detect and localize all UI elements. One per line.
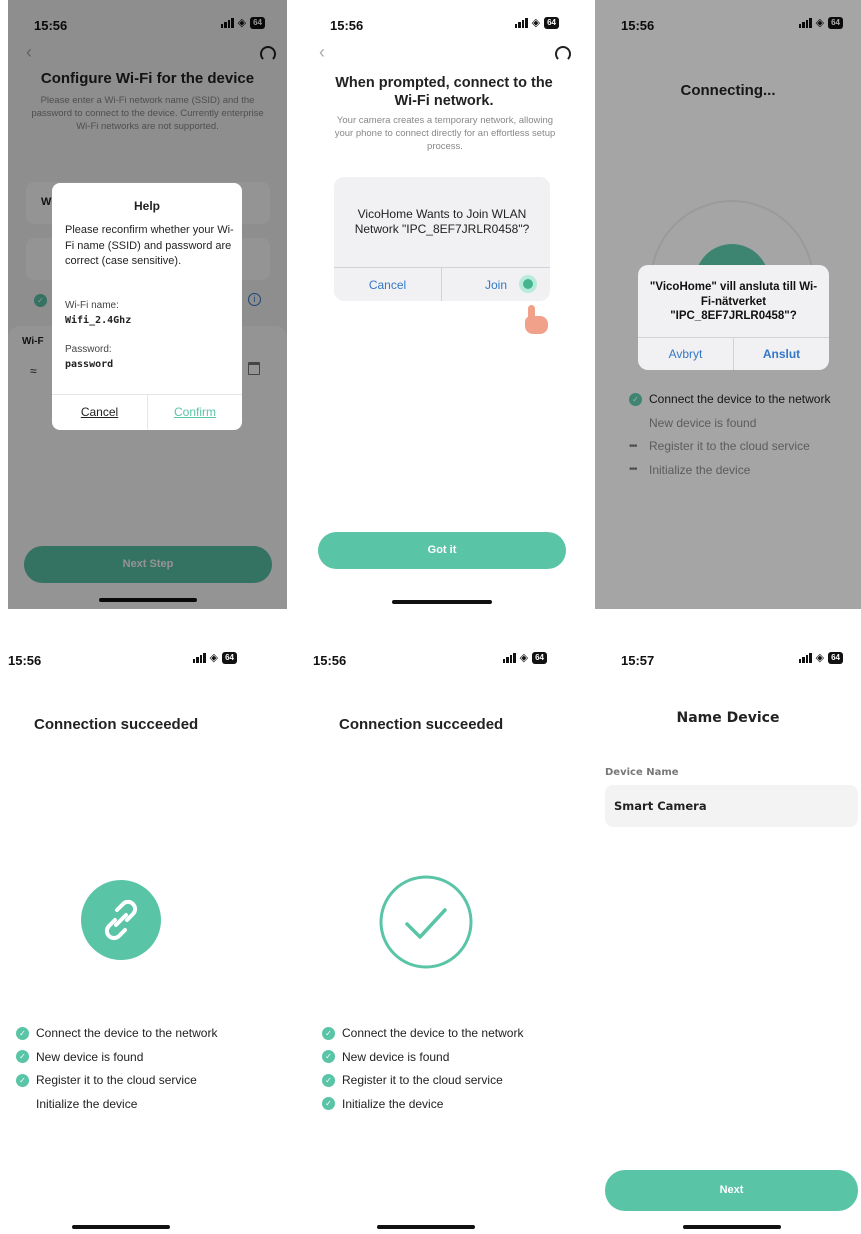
screen-connection-succeeded-check: 15:56 ◈ 64 Connection succeeded ✓ Connect…	[307, 632, 581, 1234]
check-icon: ✓	[16, 1050, 29, 1063]
signal-icon	[514, 18, 528, 28]
headset-icon[interactable]	[555, 46, 571, 62]
step-item: ✓ New device is found	[16, 1050, 143, 1064]
step-label: Initialize the device	[342, 1096, 444, 1111]
avbryt-button[interactable]: Avbryt	[638, 347, 733, 361]
alert-divider	[334, 267, 550, 268]
signal-icon	[798, 653, 812, 663]
tap-dot	[523, 279, 533, 289]
wifi-icon: ◈	[531, 16, 541, 29]
check-icon: ✓	[16, 1073, 29, 1087]
step-item: ✓ Connect the device to the network	[322, 1026, 523, 1040]
device-name-input[interactable]: Smart Camera	[605, 785, 858, 827]
status-bar: 15:57 ◈ 64	[595, 632, 861, 676]
signal-icon	[502, 653, 516, 663]
check-icon: ✓	[322, 1073, 335, 1087]
status-bar: 15:56 ◈ 64	[0, 632, 287, 676]
battery-icon: 64	[532, 652, 547, 664]
wifi-icon: ◈	[815, 651, 825, 664]
status-icons: ◈ 64	[798, 651, 843, 664]
device-name-label: Device Name	[605, 767, 679, 778]
anslut-button[interactable]: Anslut	[734, 347, 829, 361]
step-label: Initialize the device	[36, 1096, 138, 1111]
alert-text: "VicoHome" vill ansluta till Wi-Fi-nätve…	[649, 281, 818, 322]
steps-list: ✓ Connect the device to the network ✓ New d…	[322, 1026, 572, 1126]
steps-list: ✓ Connect the device to the network ✓ New d…	[16, 1026, 276, 1126]
status-icons: ◈ 64	[502, 651, 547, 664]
help-dialog: Help Please reconfirm whether your Wi-Fi…	[52, 183, 242, 430]
check-icon: ✓	[322, 1026, 335, 1040]
step-label: New device is found	[342, 1049, 450, 1064]
home-indicator	[72, 1225, 170, 1229]
status-time: 15:56	[313, 653, 347, 668]
step-label: Register it to the cloud service	[36, 1073, 197, 1087]
system-join-alert: VicoHome Wants to Join WLAN Network "IPC…	[334, 177, 550, 301]
status-time: 15:57	[621, 653, 655, 668]
screen-name-device: 15:57 ◈ 64 Name Device Device Name Smart…	[595, 632, 861, 1234]
status-bar: 15:56 ◈ 64	[307, 632, 581, 676]
screen-connection-succeeded-link: 15:56 ◈ 64 Connection succeeded ✓ Connect…	[0, 632, 287, 1234]
battery-icon: 64	[544, 17, 559, 29]
step-item: Initialize the device	[16, 1097, 137, 1111]
screen-connect-prompt: 15:56 ◈ 64 ‹ When prompted, connect to t…	[307, 0, 581, 609]
status-time: 15:56	[8, 653, 42, 668]
step-item: ✓ New device is found	[322, 1050, 449, 1064]
check-icon: ✓	[16, 1026, 29, 1040]
battery-icon: 64	[222, 652, 237, 664]
step-label: New device is found	[36, 1049, 144, 1064]
page-title: Connection succeeded	[339, 716, 504, 733]
got-it-button[interactable]: Got it	[318, 532, 566, 569]
step-label: Register it to the cloud service	[342, 1073, 503, 1087]
system-join-alert: "VicoHome" vill ansluta till Wi-Fi-nätve…	[638, 265, 829, 370]
wifi-name-label: Wi-Fi name:	[65, 300, 119, 311]
check-icon: ✓	[322, 1097, 335, 1110]
step-item: ✓ Register it to the cloud service	[16, 1073, 197, 1087]
signal-icon	[192, 653, 206, 663]
success-check-icon	[378, 874, 474, 970]
page-subtitle: Your camera creates a temporary network,…	[334, 115, 556, 152]
status-icons: ◈ 64	[514, 16, 559, 29]
step-label: Connect the device to the network	[36, 1026, 218, 1040]
status-icons: ◈ 64	[192, 651, 237, 664]
wifi-icon: ◈	[209, 651, 219, 664]
step-label: Connect the device to the network	[342, 1026, 524, 1040]
step-item: ✓ Connect the device to the network	[16, 1026, 217, 1040]
password-value: password	[65, 359, 114, 370]
screen-configure-wifi: 15:56 ◈ 64 ‹ Configure Wi-Fi for the dev…	[8, 0, 287, 609]
step-item: ✓ Register it to the cloud service	[322, 1073, 503, 1087]
page-title: Name Device	[676, 710, 780, 726]
wifi-name-value: Wifi_2.4Ghz	[65, 315, 132, 326]
back-icon[interactable]: ‹	[319, 42, 325, 63]
status-bar: 15:56 ◈ 64	[307, 0, 581, 44]
check-icon: ✓	[322, 1050, 335, 1063]
link-icon	[81, 880, 161, 960]
battery-icon: 64	[828, 652, 843, 664]
wifi-icon: ◈	[519, 651, 529, 664]
page-title: Connection succeeded	[34, 716, 199, 733]
cancel-button[interactable]: Cancel	[52, 405, 147, 419]
confirm-button[interactable]: Confirm	[148, 405, 242, 419]
device-name-value: Smart Camera	[614, 799, 707, 813]
cancel-button[interactable]: Cancel	[334, 278, 441, 292]
step-item: ✓ Initialize the device	[322, 1097, 443, 1111]
status-time: 15:56	[330, 18, 364, 33]
hand-pointer-icon	[522, 305, 552, 335]
password-label: Password:	[65, 344, 112, 355]
alert-text: VicoHome Wants to Join WLAN Network "IPC…	[354, 207, 530, 236]
next-button[interactable]: Next	[605, 1170, 858, 1211]
home-indicator	[392, 600, 492, 604]
home-indicator	[683, 1225, 781, 1229]
page-title: When prompted, connect to the Wi-Fi netw…	[335, 75, 553, 109]
home-indicator	[377, 1225, 475, 1229]
dialog-title: Help	[133, 199, 160, 213]
screen-connecting: 15:56 ◈ 64 Connecting... ✓ Connect the de…	[595, 0, 861, 609]
dialog-body: Please reconfirm whether your Wi-Fi name…	[65, 224, 234, 267]
